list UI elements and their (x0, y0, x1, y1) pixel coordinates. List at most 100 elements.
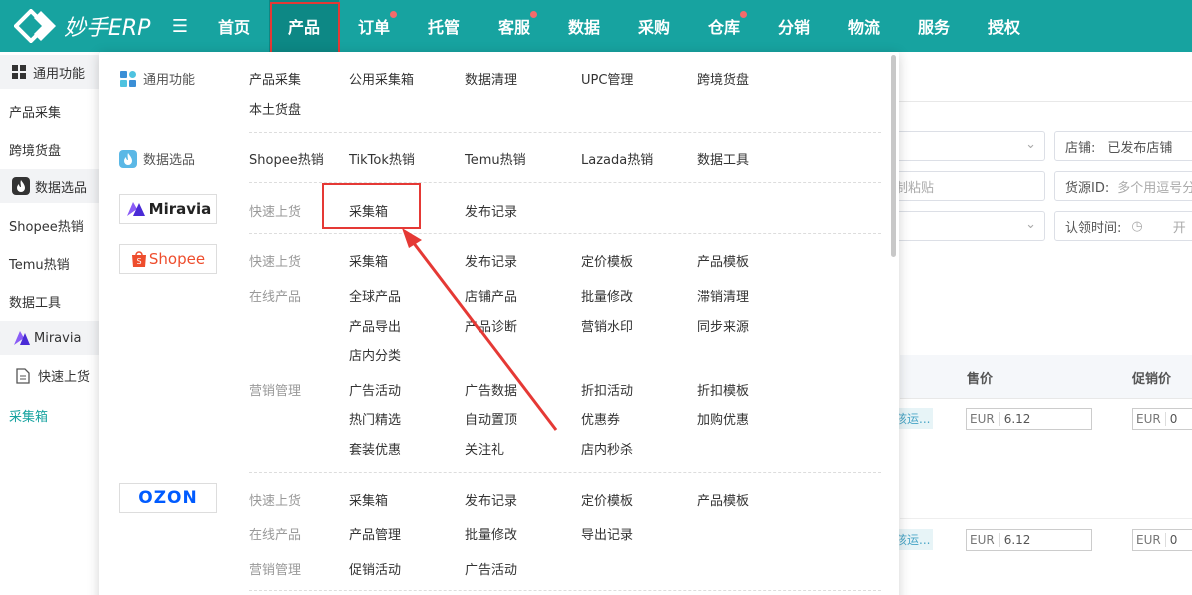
menu-link-discount-templates[interactable]: 折扣模板 (697, 380, 749, 399)
nav-orders[interactable]: 订单 (339, 0, 409, 52)
menu-link-local-pallet[interactable]: 本土货盘 (249, 99, 301, 118)
sidebar-item-data-tools[interactable]: 数据工具 (9, 292, 61, 311)
menu-link-ozon-product-template[interactable]: 产品模板 (697, 490, 749, 509)
menu-link-public-collect-box[interactable]: 公用采集箱 (349, 69, 414, 88)
annotation-highlight-box (322, 183, 421, 229)
store-select[interactable]: 店铺: 已发布店铺 (1054, 131, 1192, 161)
menu-scrollbar[interactable] (891, 55, 896, 257)
menu-link-lazada-hot[interactable]: Lazada热销 (581, 149, 653, 168)
menu-label-marketing: 营销管理 (249, 563, 302, 578)
menu-label-online-products: 在线产品 (249, 290, 302, 305)
sidebar-item-quick-upload[interactable]: 快速上货 (16, 366, 90, 385)
menu-link-ozon-batch-edit[interactable]: 批量修改 (465, 524, 517, 543)
price-input[interactable]: EUR 6.12 (966, 408, 1092, 430)
apps-icon (119, 70, 137, 88)
menu-link-hot-picks[interactable]: 热门精选 (349, 409, 401, 428)
menu-link-ad-data[interactable]: 广告数据 (465, 380, 517, 399)
menu-link-follow-prize[interactable]: 关注礼 (465, 439, 504, 458)
menu-link-add-on-deals[interactable]: 加购优惠 (697, 409, 749, 428)
menu-link-ozon-ad-campaigns[interactable]: 广告活动 (465, 559, 517, 578)
menu-link-ozon-product-management[interactable]: 产品管理 (349, 524, 401, 543)
sidebar-item-crossborder[interactable]: 跨境货盘 (9, 140, 61, 159)
menu-link-shopee-collect-box[interactable]: 采集箱 (349, 251, 388, 270)
nav-logistics[interactable]: 物流 (829, 0, 899, 52)
menu-link-shopee-publish-records[interactable]: 发布记录 (465, 251, 517, 270)
brand-miravia-label: Miravia (148, 200, 212, 218)
menu-link-store-products[interactable]: 店铺产品 (465, 286, 517, 305)
menu-link-discount-campaigns[interactable]: 折扣活动 (581, 380, 633, 399)
flame-icon (12, 177, 30, 195)
menu-link-marketing-watermark[interactable]: 营销水印 (581, 316, 633, 335)
sidebar-item-temu-hot[interactable]: Temu热销 (9, 254, 70, 273)
currency-label: EUR (1136, 412, 1166, 426)
menu-category-general-label: 通用功能 (143, 73, 196, 88)
menu-link-tiktok-hot[interactable]: TikTok热销 (349, 149, 415, 168)
menu-link-product-export[interactable]: 产品导出 (349, 316, 401, 335)
menu-link-shopee-pricing-template[interactable]: 定价模板 (581, 251, 633, 270)
menu-link-flash-sale[interactable]: 店内秒杀 (581, 439, 633, 458)
menu-link-ozon-pricing-template[interactable]: 定价模板 (581, 490, 633, 509)
menu-link-auto-bump[interactable]: 自动置顶 (465, 409, 517, 428)
miravia-logo-icon (12, 329, 32, 347)
menu-link-sync-source[interactable]: 同步来源 (697, 316, 749, 335)
filter-select-2[interactable]: ⌄ (880, 211, 1045, 241)
price-input[interactable]: EUR 6.12 (966, 529, 1092, 551)
notification-dot (390, 11, 397, 18)
nav-home[interactable]: 首页 (199, 0, 269, 52)
menu-link-ozon-publish-records[interactable]: 发布记录 (465, 490, 517, 509)
price-value: 6.12 (1003, 533, 1031, 547)
hamburger-menu-icon[interactable]: ☰ (165, 16, 195, 37)
menu-link-product-diagnosis[interactable]: 产品诊断 (465, 316, 517, 335)
menu-link-ozon-collect-box[interactable]: 采集箱 (349, 490, 388, 509)
top-navigation-bar: 妙手ERP ☰ 首页 产品 订单 托管 客服 数据 采购 仓库 分销 物流 服务… (0, 0, 1192, 54)
table-header: 售价 促销价 (900, 355, 1192, 399)
menu-link-miravia-publish-records[interactable]: 发布记录 (465, 201, 517, 220)
nav-customer-service[interactable]: 客服 (479, 0, 549, 52)
menu-link-ozon-promotions[interactable]: 促销活动 (349, 559, 401, 578)
menu-link-data-tools[interactable]: 数据工具 (697, 149, 749, 168)
col-price: 售价 (967, 372, 994, 387)
sidebar-group-miravia[interactable]: Miravia (0, 321, 100, 355)
paste-input[interactable]: 制粘贴 (880, 171, 1045, 201)
nav-hosting[interactable]: 托管 (409, 0, 479, 52)
claim-time-picker[interactable]: 认领时间: ◷ 开 (1054, 211, 1192, 241)
menu-link-data-cleanup[interactable]: 数据清理 (465, 69, 517, 88)
nav-product[interactable]: 产品 (269, 0, 340, 54)
source-id-input[interactable]: 货源ID: 多个用逗号分 (1054, 171, 1192, 201)
menu-link-ad-campaigns[interactable]: 广告活动 (349, 380, 401, 399)
promo-price-input[interactable]: EUR 0 (1132, 529, 1192, 551)
nav-purchase[interactable]: 采购 (619, 0, 689, 52)
source-id-placeholder: 多个用逗号分 (1117, 180, 1192, 196)
menu-link-shopee-hot[interactable]: Shopee热销 (249, 149, 324, 168)
source-id-label: 货源ID: (1065, 180, 1110, 196)
promo-price-input[interactable]: EUR 0 (1132, 408, 1192, 430)
menu-link-product-collect[interactable]: 产品采集 (249, 69, 301, 88)
menu-link-shopee-product-template[interactable]: 产品模板 (697, 251, 749, 270)
menu-link-batch-edit[interactable]: 批量修改 (581, 286, 633, 305)
menu-link-coupons[interactable]: 优惠券 (581, 409, 620, 428)
sidebar-item-shopee-hot[interactable]: Shopee热销 (9, 216, 84, 235)
brand-shopee: S Shopee (119, 244, 217, 274)
sidebar-group-data[interactable]: 数据选品 (0, 169, 100, 203)
menu-link-temu-hot[interactable]: Temu热销 (465, 149, 526, 168)
nav-distribution[interactable]: 分销 (759, 0, 829, 52)
sidebar-item-collect[interactable]: 产品采集 (9, 102, 61, 121)
miravia-logo-icon (125, 200, 147, 218)
menu-link-global-products[interactable]: 全球产品 (349, 286, 401, 305)
menu-link-slow-stock-cleanup[interactable]: 滞销清理 (697, 286, 749, 305)
menu-link-bundle-deals[interactable]: 套装优惠 (349, 439, 401, 458)
menu-link-crossborder-pallet[interactable]: 跨境货盘 (697, 69, 749, 88)
sidebar-group-general[interactable]: 通用功能 (0, 55, 100, 89)
app-logo[interactable]: 妙手ERP (0, 9, 165, 43)
nav-services[interactable]: 服务 (899, 0, 969, 52)
menu-link-ozon-export-records[interactable]: 导出记录 (581, 524, 633, 543)
nav-warehouse[interactable]: 仓库 (689, 0, 759, 52)
nav-authorization[interactable]: 授权 (969, 0, 1039, 52)
sidebar-group-general-label: 通用功能 (33, 66, 86, 82)
menu-link-store-categories[interactable]: 店内分类 (349, 345, 401, 364)
nav-data[interactable]: 数据 (549, 0, 619, 52)
filter-select-1[interactable]: ⌄ (880, 131, 1045, 161)
sidebar-group-data-label: 数据选品 (35, 180, 88, 196)
sidebar-item-collect-box[interactable]: 采集箱 (9, 406, 48, 425)
menu-link-upc-management[interactable]: UPC管理 (581, 69, 633, 88)
